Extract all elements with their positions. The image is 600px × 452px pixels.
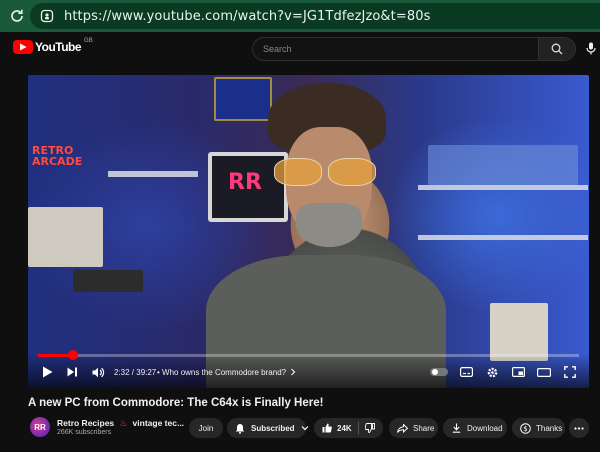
autoplay-switch <box>430 368 448 376</box>
dislike-button[interactable] <box>364 423 375 433</box>
youtube-logo[interactable]: YouTube GB <box>13 38 93 54</box>
subscribed-label: Subscribed <box>251 423 295 433</box>
chapter-button[interactable]: • Who owns the Commodore brand? <box>157 364 297 380</box>
autoplay-toggle[interactable] <box>429 364 449 380</box>
subscribed-button[interactable]: Subscribed <box>227 418 309 438</box>
shelf-left <box>108 171 198 177</box>
youtube-play-logo-icon <box>13 40 33 54</box>
subscriber-count: 266K subscribers <box>57 429 112 436</box>
shelf-items <box>428 145 578 185</box>
chevron-right-icon <box>291 368 296 376</box>
channel-extra[interactable]: vintage tec... <box>133 418 185 428</box>
time-display: 2:32 / 39:27 <box>114 364 156 380</box>
like-button[interactable] <box>322 423 332 433</box>
monitor-logo: RR <box>228 170 262 195</box>
collab-icon: ♨ <box>119 418 128 428</box>
thumbs-down-icon <box>364 423 375 433</box>
youtube-masthead: YouTube GB <box>0 32 600 64</box>
search-button[interactable] <box>538 38 575 60</box>
neon-sign: RETRO ARCADE <box>32 144 83 168</box>
site-info-icon <box>40 9 54 23</box>
theater-mode-button[interactable] <box>536 364 552 380</box>
search-box <box>252 37 576 61</box>
address-bar[interactable]: https://www.youtube.com/watch?v=JG1Tdfez… <box>30 3 600 29</box>
play-button[interactable] <box>40 364 54 380</box>
avatar-initials: RR <box>34 422 46 432</box>
reload-button[interactable] <box>6 5 28 27</box>
fullscreen-button[interactable] <box>562 364 578 380</box>
mic-icon <box>586 42 596 55</box>
shelf-right-lower <box>418 235 588 240</box>
country-code: GB <box>84 38 93 44</box>
progress-bar[interactable] <box>38 350 579 360</box>
video-title: A new PC from Commodore: The C64x is Fin… <box>28 397 324 409</box>
chapter-title: • Who owns the Commodore brand? <box>157 367 287 377</box>
reload-icon <box>11 9 23 22</box>
subtitles-icon <box>459 367 473 377</box>
miniplayer-icon <box>511 367 525 377</box>
retro-mac <box>490 303 548 361</box>
share-button[interactable]: Share <box>389 418 438 438</box>
volume-icon <box>92 367 104 377</box>
time-text: 2:32 / 39:27 <box>114 367 157 377</box>
fullscreen-icon <box>564 366 576 378</box>
keyboard <box>73 270 143 292</box>
join-button[interactable]: Join <box>189 418 223 438</box>
share-label: Share <box>413 423 435 433</box>
site-info-button[interactable] <box>38 7 56 25</box>
presenter-glasses <box>274 158 376 186</box>
download-label: Download <box>467 423 503 433</box>
like-divider <box>357 422 359 434</box>
lens-left <box>274 158 322 186</box>
like-count[interactable]: 24K <box>337 424 352 433</box>
browser-toolbar: https://www.youtube.com/watch?v=JG1Tdfez… <box>0 0 600 32</box>
miniplayer-button[interactable] <box>510 364 526 380</box>
channel-avatar[interactable]: RR <box>30 417 50 437</box>
gear-icon <box>487 367 497 377</box>
search-input[interactable] <box>253 38 538 60</box>
channel-name-row[interactable]: Retro Recipes ♨ vintage tec... <box>57 418 184 429</box>
next-button[interactable] <box>65 364 79 380</box>
subtitles-button[interactable] <box>458 364 474 380</box>
lens-right <box>328 158 376 186</box>
share-icon <box>397 423 408 433</box>
thanks-button[interactable]: $ Thanks <box>512 418 565 438</box>
video-player[interactable]: RETRO ARCADE RR 2:32 / 39:27 • Who owns … <box>28 75 589 388</box>
thanks-icon: $ <box>520 422 531 434</box>
theater-mode-icon <box>537 367 551 377</box>
retro-computer <box>28 207 103 267</box>
join-label: Join <box>198 423 214 433</box>
presenter-beard <box>296 203 362 247</box>
next-icon <box>67 367 77 377</box>
svg-text:$: $ <box>523 425 527 433</box>
search-icon <box>551 43 563 55</box>
shelf-right <box>418 185 588 190</box>
poster <box>214 77 272 121</box>
volume-button[interactable] <box>90 364 106 380</box>
chevron-down-icon <box>301 425 309 431</box>
settings-button[interactable] <box>484 364 500 380</box>
url-text[interactable]: https://www.youtube.com/watch?v=JG1Tdfez… <box>64 9 430 24</box>
channel-name[interactable]: Retro Recipes <box>57 418 114 428</box>
voice-search-button[interactable] <box>586 42 596 60</box>
more-actions-button[interactable] <box>569 418 589 438</box>
player-controls: 2:32 / 39:27 • Who owns the Commodore br… <box>28 350 589 388</box>
bell-icon <box>235 423 245 434</box>
thumbs-up-icon <box>322 423 332 433</box>
download-icon <box>452 423 461 433</box>
thanks-label: Thanks <box>536 423 563 433</box>
like-dislike-group: 24K <box>314 418 383 438</box>
logo-text: YouTube <box>35 40 82 54</box>
progress-scrubber[interactable] <box>67 350 78 360</box>
download-button[interactable]: Download <box>443 418 507 438</box>
play-icon <box>42 366 52 378</box>
more-horizontal-icon <box>574 426 584 430</box>
